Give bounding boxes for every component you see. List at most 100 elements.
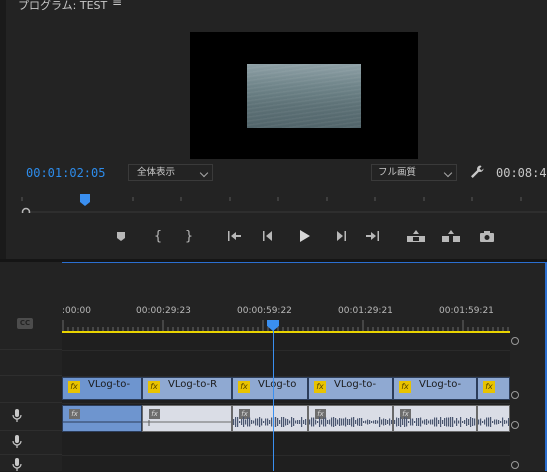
go-to-out-icon[interactable] — [364, 226, 382, 246]
waveform-bar — [492, 421, 494, 423]
track-height-handle[interactable] — [511, 461, 519, 469]
export-frame-icon[interactable] — [478, 226, 496, 246]
step-forward-icon[interactable] — [331, 226, 349, 246]
waveform-bar — [281, 417, 283, 427]
waveform-bar — [277, 418, 279, 426]
current-timecode[interactable]: 00:01:02:05 — [26, 166, 105, 180]
waveform-bar — [454, 420, 456, 424]
waveform-bar — [367, 419, 369, 425]
audio-waveform — [63, 421, 143, 423]
clip-name: VLog-to- — [419, 379, 462, 390]
video-clip[interactable]: fx VLog-to-R — [142, 377, 232, 400]
video-clip[interactable]: fx VLog-to- — [308, 377, 393, 400]
panel-title[interactable]: プログラム: TEST — [18, 0, 107, 13]
waveform-bar — [418, 418, 420, 426]
transport-controls: { } — [0, 226, 547, 248]
captions-icon[interactable]: CC — [17, 318, 33, 329]
waveform-bar — [406, 417, 408, 427]
audio-waveform — [309, 417, 392, 427]
video-frame-image — [247, 64, 361, 128]
waveform-bar — [333, 417, 335, 427]
waveform-bar — [361, 418, 363, 426]
audio-clip[interactable]: fx — [393, 405, 477, 432]
go-to-in-icon[interactable] — [225, 226, 243, 246]
fx-badge: fx — [399, 381, 411, 393]
playback-resolution-select[interactable]: フル画質 — [371, 164, 457, 181]
waveform-bar — [480, 418, 482, 426]
waveform-bar — [269, 420, 271, 424]
waveform-bar — [257, 418, 259, 426]
ruler-label: 00:01:59:21 — [439, 306, 494, 316]
add-marker-icon[interactable] — [112, 226, 130, 246]
waveform-bar — [351, 417, 353, 427]
waveform-bar — [363, 421, 365, 423]
waveform-bar — [506, 420, 508, 424]
waveform-bar — [389, 418, 391, 426]
track-height-handle[interactable] — [511, 337, 519, 345]
extract-icon[interactable] — [442, 226, 460, 246]
track-divider — [0, 430, 62, 431]
waveform-bar — [468, 419, 470, 425]
audio-clip[interactable]: fx — [142, 405, 232, 432]
audio-waveform — [233, 417, 307, 427]
waveform-bar — [235, 417, 237, 427]
waveform-bar — [299, 420, 301, 424]
waveform-bar — [472, 418, 474, 426]
waveform-bar — [349, 419, 351, 425]
audio-clip[interactable] — [477, 405, 510, 432]
play-icon[interactable] — [295, 226, 313, 246]
audio-clip[interactable]: fx — [232, 405, 308, 432]
microphone-icon[interactable] — [12, 458, 22, 472]
waveform-bar — [253, 420, 255, 424]
waveform-bar — [470, 417, 472, 427]
audio-clip[interactable]: fx — [308, 405, 393, 432]
waveform-bar — [434, 417, 436, 427]
ruler-label: 00:01:29:21 — [338, 306, 393, 316]
waveform-bar — [383, 418, 385, 426]
audio-clip-selected[interactable]: fx — [62, 405, 143, 432]
video-clip-selected[interactable]: fx VLog-to- — [62, 377, 142, 400]
track-area[interactable] — [62, 333, 510, 471]
waveform-bar — [327, 420, 329, 424]
audio-waveform — [394, 417, 476, 427]
waveform-bar — [478, 419, 480, 425]
ruler-label: 00:00:29:23 — [136, 306, 191, 316]
waveform-bar — [239, 421, 241, 423]
waveform-bar — [319, 417, 321, 427]
waveform-bar — [486, 417, 488, 427]
waveform-bar — [255, 418, 257, 426]
waveform-bar — [261, 418, 263, 426]
waveform-bar — [446, 417, 448, 427]
lift-icon[interactable] — [407, 226, 425, 246]
waveform-bar — [371, 421, 373, 423]
timeline-ruler[interactable] — [62, 318, 512, 332]
track-divider — [0, 349, 62, 350]
microphone-icon[interactable] — [12, 435, 22, 449]
waveform-bar — [420, 417, 422, 427]
mark-out-icon[interactable]: } — [180, 226, 198, 246]
track-height-handle[interactable] — [511, 391, 519, 399]
program-time-ruler[interactable] — [20, 193, 547, 213]
video-clip[interactable]: fx — [477, 377, 510, 400]
waveform-bar — [353, 417, 355, 427]
playhead-line[interactable] — [273, 326, 274, 471]
zoom-fit-select[interactable]: 全体表示 — [128, 164, 213, 181]
video-clip[interactable]: fx VLog-to — [232, 377, 308, 400]
waveform-bar — [313, 417, 315, 427]
track-height-handle[interactable] — [511, 421, 519, 429]
waveform-bar — [396, 417, 398, 427]
waveform-bar — [442, 420, 444, 424]
track-headers — [0, 262, 62, 471]
step-back-icon[interactable] — [260, 226, 278, 246]
waveform-bar — [504, 420, 506, 424]
microphone-icon[interactable] — [12, 409, 22, 423]
waveform-bar — [430, 419, 432, 425]
waveform-bar — [285, 418, 287, 426]
video-clip[interactable]: fx VLog-to- — [393, 377, 477, 400]
playhead-icon[interactable] — [267, 320, 279, 331]
wrench-icon[interactable] — [468, 163, 486, 181]
hamburger-icon[interactable]: ≡ — [112, 0, 122, 9]
waveform-bar — [247, 417, 249, 427]
mark-in-icon[interactable]: { — [149, 226, 167, 246]
waveform-bar — [452, 417, 454, 427]
